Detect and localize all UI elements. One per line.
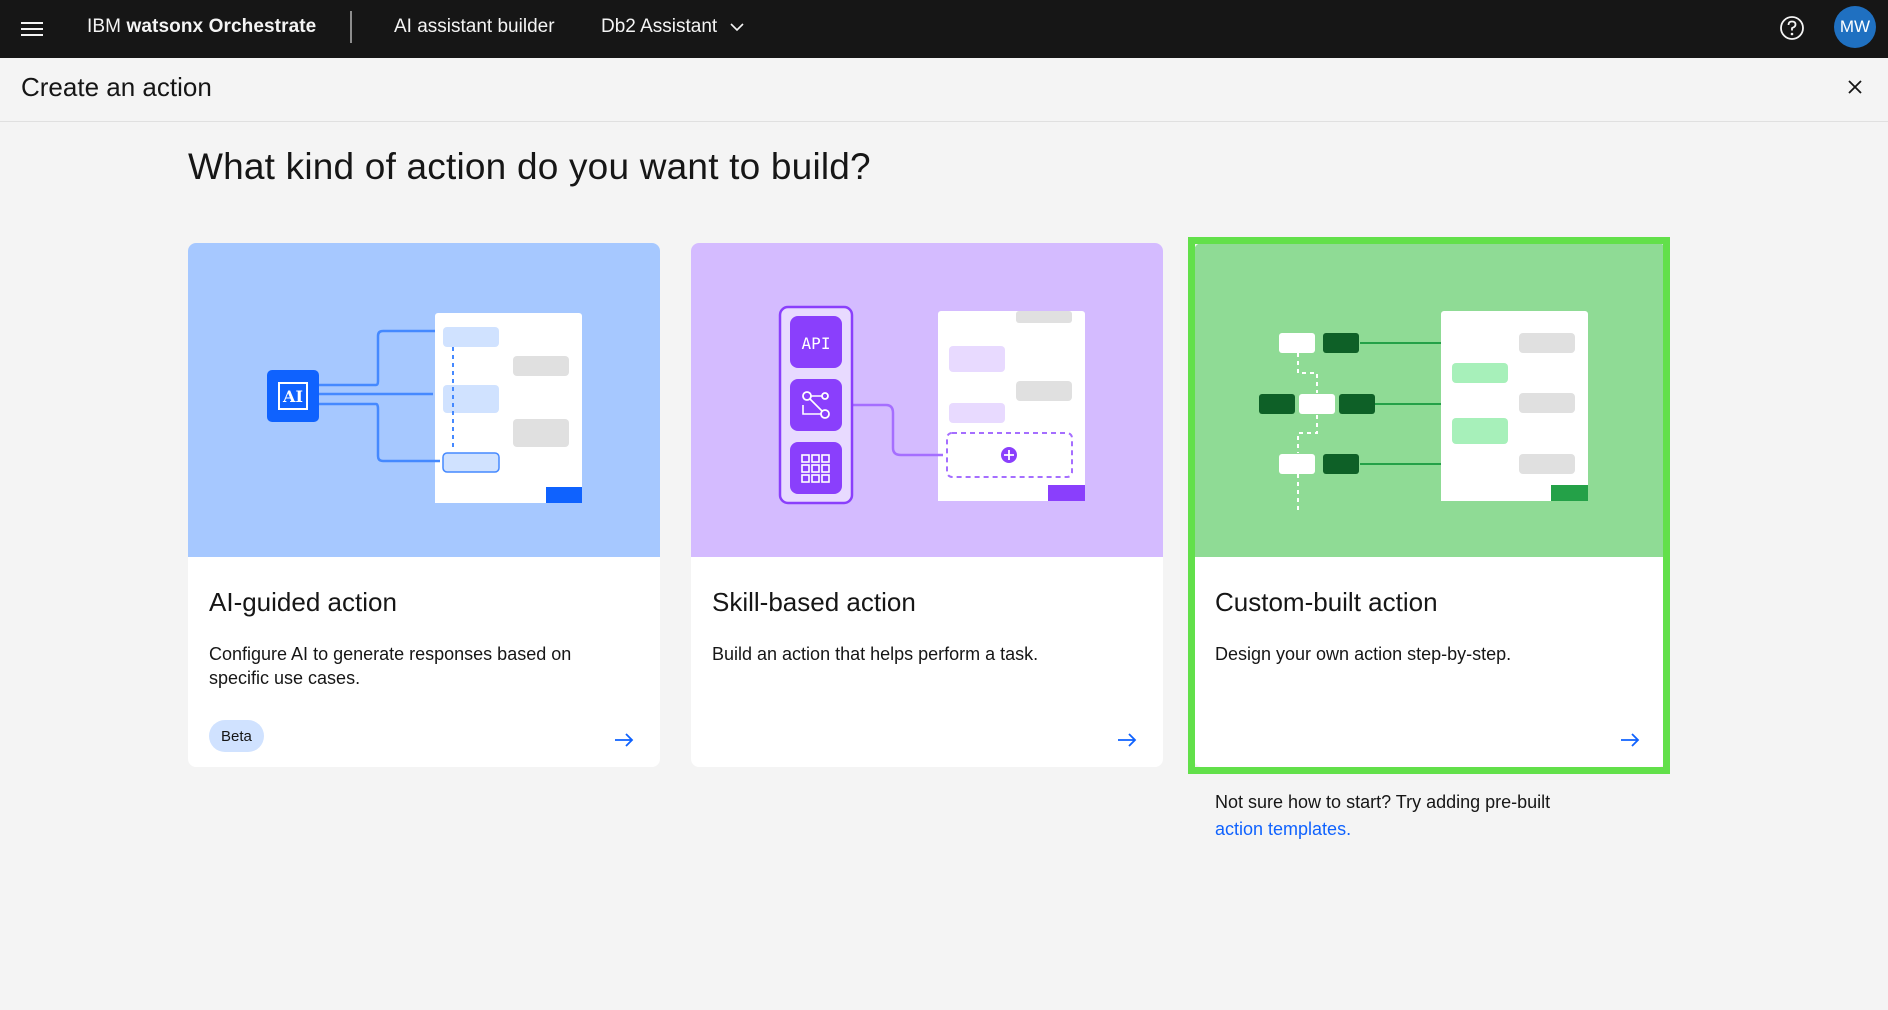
page-title: Create an action bbox=[21, 72, 212, 102]
product-brand[interactable]: IBM watsonx Orchestrate bbox=[87, 16, 316, 38]
assistant-selector[interactable]: Db2 Assistant bbox=[601, 16, 717, 38]
arrow-right-icon[interactable] bbox=[1619, 729, 1641, 751]
page-header: Create an action bbox=[0, 58, 1888, 122]
card-title: AI-guided action bbox=[209, 587, 397, 617]
brand-product: watsonx Orchestrate bbox=[126, 16, 317, 37]
chevron-down-icon[interactable] bbox=[729, 19, 745, 35]
nav-ai-assistant-builder[interactable]: AI assistant builder bbox=[394, 16, 555, 38]
templates-hint: Not sure how to start? Try adding pre-bu… bbox=[1215, 789, 1635, 843]
card-title: Skill-based action bbox=[712, 587, 916, 617]
beta-badge: Beta bbox=[209, 720, 264, 752]
arrow-right-icon[interactable] bbox=[613, 729, 635, 751]
brand-prefix: IBM bbox=[87, 16, 122, 37]
api-label: API bbox=[802, 334, 831, 353]
card-description: Design your own action step-by-step. bbox=[1215, 644, 1512, 664]
menu-icon[interactable] bbox=[18, 15, 46, 43]
card-skill-based-action[interactable]: API Skill-based action Build an action t… bbox=[691, 243, 1163, 767]
close-icon[interactable] bbox=[1844, 76, 1866, 98]
card-description: Build an action that helps perform a tas… bbox=[712, 644, 1039, 664]
custom-built-illustration bbox=[1194, 243, 1666, 557]
skill-based-illustration: API bbox=[691, 243, 1163, 557]
user-avatar[interactable]: MW bbox=[1834, 6, 1876, 48]
main-heading: What kind of action do you want to build… bbox=[188, 146, 871, 187]
card-custom-built-action[interactable]: Custom-built action Design your own acti… bbox=[1194, 243, 1666, 767]
action-templates-link[interactable]: action templates. bbox=[1215, 819, 1351, 839]
brand-divider bbox=[350, 11, 352, 43]
ai-label: AI bbox=[282, 387, 303, 406]
top-header-bar: IBM watsonx Orchestrate AI assistant bui… bbox=[0, 0, 1888, 58]
arrow-right-icon[interactable] bbox=[1116, 729, 1138, 751]
card-description: Configure AI to generate responses based… bbox=[209, 644, 572, 688]
card-title: Custom-built action bbox=[1215, 587, 1438, 617]
hint-text: Not sure how to start? Try adding pre-bu… bbox=[1215, 792, 1551, 812]
help-icon[interactable] bbox=[1778, 14, 1806, 42]
card-ai-guided-action[interactable]: AI AI-guided action Configure AI to gene… bbox=[188, 243, 660, 767]
ai-guided-illustration: AI bbox=[188, 243, 660, 557]
